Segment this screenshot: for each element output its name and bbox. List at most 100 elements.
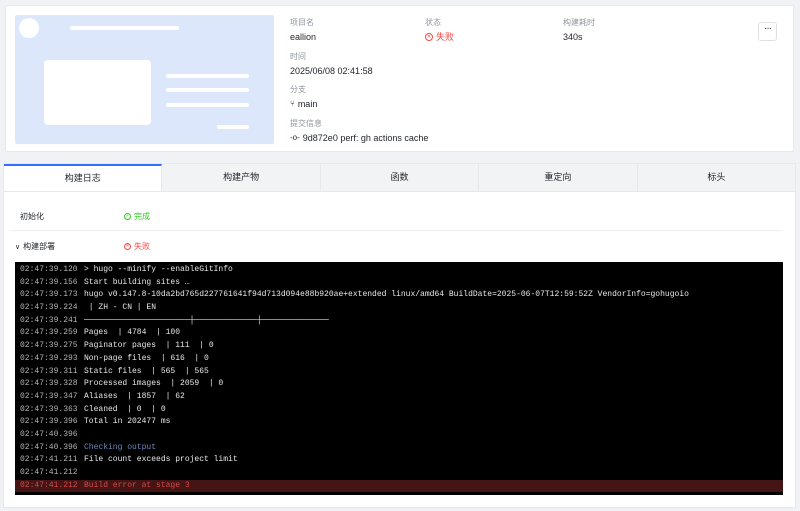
log-timestamp: 02:47:39.241: [20, 315, 78, 325]
tab-functions[interactable]: 函数: [321, 164, 480, 191]
chevron-down-icon[interactable]: ∨: [15, 244, 20, 251]
log-line: 02:47:40.396: [15, 429, 783, 442]
log-timestamp: 02:47:39.328: [20, 379, 78, 389]
log-message: Checking output: [84, 442, 157, 452]
stage-name: ∨ 构建部署: [9, 241, 124, 252]
log-timestamp: 02:47:39.120: [20, 265, 78, 274]
preview-image-block: [44, 60, 151, 125]
log-line-error: 02:47:41.212 Build error at stage 3: [15, 479, 783, 493]
git-commit-icon: -o-: [290, 133, 300, 142]
log-message: Paginator pages | 111 | 0: [84, 341, 214, 351]
preview-text-line: [166, 88, 249, 92]
tab-build-artifacts[interactable]: 构建产物: [162, 164, 321, 191]
time-label: 时间: [290, 52, 306, 61]
log-timestamp: 02:47:40.396: [20, 442, 78, 452]
log-timestamp: 02:47:39.347: [20, 391, 78, 401]
stage-status-text: 完成: [134, 212, 150, 221]
stage-status-text: 失败: [134, 241, 150, 251]
project-name-field: 项目名 eallion: [290, 18, 316, 43]
commit-value: -o- 9d872e0 perf: gh actions cache: [290, 132, 428, 144]
log-timestamp: 02:47:41.211: [20, 455, 78, 465]
log-message: [84, 467, 783, 480]
log-message: Pages | 4784 | 100: [84, 328, 181, 338]
status-field: 状态 ✕ 失败: [425, 18, 454, 43]
stage-name: 初始化: [20, 212, 44, 221]
tab-headers[interactable]: 标头: [638, 164, 795, 191]
log-timestamp: 02:47:40.396: [20, 429, 78, 439]
log-line: 02:47:41.211 File count exceeds project l…: [15, 454, 783, 467]
log-line: 02:47:41.212: [15, 467, 783, 480]
fail-icon: ✕: [425, 33, 433, 41]
tab-redirects[interactable]: 重定向: [479, 164, 638, 191]
log-timestamp: 02:47:39.259: [20, 328, 78, 338]
status-text: 失败: [436, 32, 455, 42]
log-line: 02:47:39.293 Non-page files | 616 | 0: [15, 353, 783, 366]
log-line: 02:47:40.396 Checking output: [15, 442, 783, 455]
time-value: 2025/06/08 02:41:58: [290, 66, 373, 76]
stage-status: ✓ 完成: [124, 211, 150, 222]
duration-field: 构建耗时 340s: [563, 18, 595, 43]
more-actions-button[interactable]: ···: [758, 22, 777, 41]
log-message: Cleaned | 0 | 0: [84, 404, 166, 414]
commit-text[interactable]: 9d872e0 perf: gh actions cache: [303, 132, 429, 144]
log-message: hugo v0.147.8-10da2bd765d227761641f94d71…: [84, 290, 689, 300]
commit-label: 提交信息: [290, 119, 322, 128]
preview-text-line: [217, 125, 249, 129]
log-timestamp: 02:47:39.396: [20, 417, 78, 427]
branch-label: 分支: [290, 85, 306, 94]
project-card: 项目名 eallion 状态 ✕ 失败 构建耗时 340s ··· 时间 202…: [5, 5, 794, 152]
project-name-label: 项目名: [290, 18, 314, 27]
git-branch-icon: ⑂: [290, 99, 295, 108]
fail-icon: ✕: [124, 242, 131, 250]
log-timestamp: 02:47:39.293: [20, 353, 78, 363]
project-name-value: eallion: [290, 32, 317, 42]
log-message: Aliases | 1857 | 62: [84, 391, 185, 401]
log-timestamp: 02:47:39.275: [20, 341, 78, 351]
stage-status: ✕ 失败: [124, 241, 150, 252]
log-line: 02:47:39.241 ──────────────────────┼─────…: [15, 315, 783, 328]
build-log-console[interactable]: 02:47:39.120 > hugo --minify --enableGitI…: [15, 262, 783, 495]
log-timestamp: 02:47:41.212: [20, 480, 78, 490]
stage-name-text: 构建部署: [23, 241, 56, 251]
log-message: > hugo --minify --enableGitInfo: [84, 265, 233, 274]
commit-field: 提交信息 -o- 9d872e0 perf: gh actions cache: [290, 119, 428, 144]
preview-avatar-shape: [19, 18, 39, 38]
log-timestamp: 02:47:39.224: [20, 303, 78, 313]
branch-value: ⑂ main: [290, 98, 317, 110]
log-timestamp: 02:47:39.156: [20, 277, 78, 287]
log-message: Static files | 565 | 565: [84, 366, 209, 376]
log-line: 02:47:39.363 Cleaned | 0 | 0: [15, 404, 783, 417]
log-message: Processed images | 2059 | 0: [84, 379, 224, 389]
log-line: 02:47:39.173 hugo v0.147.8-10da2bd765d227…: [15, 289, 783, 302]
stage-row-init[interactable]: 初始化 ✓ 完成: [9, 203, 783, 231]
log-line: 02:47:39.328 Processed images | 2059 | 0: [15, 378, 783, 391]
log-timestamp: 02:47:41.212: [20, 468, 78, 477]
preview-text-line: [166, 74, 249, 78]
detail-tabs: 构建日志 构建产物 函数 重定向 标头: [4, 164, 795, 192]
log-line: 02:47:39.224 | ZH - CN | EN: [15, 302, 783, 315]
branch-text[interactable]: main: [298, 98, 318, 110]
status-label: 状态: [425, 18, 441, 27]
log-message: File count exceeds project limit: [84, 455, 238, 465]
log-message: Non-page files | 616 | 0: [84, 353, 209, 363]
log-line: 02:47:39.311 Static files | 565 | 565: [15, 366, 783, 379]
log-message: Start building sites …: [84, 277, 190, 287]
branch-field: 分支 ⑂ main: [290, 85, 317, 110]
log-message: Build error at stage 3: [84, 480, 190, 490]
site-preview-thumbnail[interactable]: [15, 15, 274, 144]
stage-row-build-deploy[interactable]: ∨ 构建部署 ✕ 失败: [9, 232, 783, 260]
preview-text-line: [166, 103, 249, 107]
log-message: | ZH - CN | EN: [84, 303, 157, 313]
log-timestamp: 02:47:39.173: [20, 290, 78, 300]
log-message: [84, 429, 783, 442]
log-timestamp: 02:47:39.311: [20, 366, 78, 376]
log-line: 02:47:39.347 Aliases | 1857 | 62: [15, 391, 783, 404]
success-check-icon: ✓: [124, 213, 131, 220]
time-field: 时间 2025/06/08 02:41:58: [290, 52, 373, 77]
log-line: 02:47:39.120 > hugo --minify --enableGitI…: [15, 264, 783, 277]
duration-value: 340s: [563, 32, 583, 42]
log-line: 02:47:39.156 Start building sites …: [15, 277, 783, 290]
tab-build-log[interactable]: 构建日志: [4, 164, 163, 191]
log-message: ──────────────────────┼─────────────┼───…: [84, 315, 329, 325]
log-message: Total in 202477 ms: [84, 417, 171, 427]
